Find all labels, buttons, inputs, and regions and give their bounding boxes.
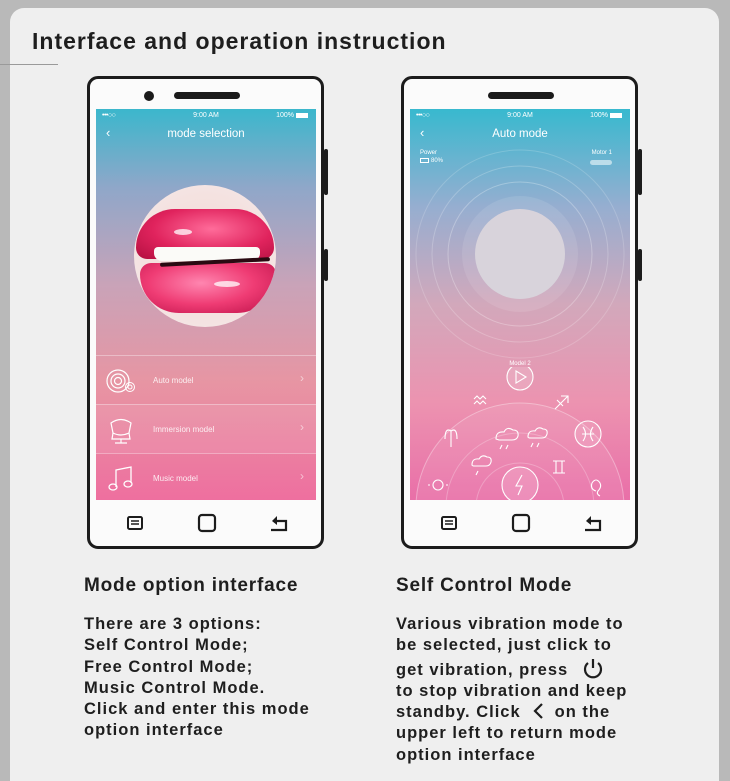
chevron-right-icon: ›: [300, 371, 304, 385]
earpiece-speaker: [174, 92, 240, 99]
body-text: standby. Click: [396, 703, 521, 722]
status-bar: •••○○ 9:00 AM 100%: [96, 109, 316, 123]
phone-screen: •••○○ 9:00 AM 100% ‹ mode selection Auto…: [96, 109, 316, 500]
mode-wheel: [415, 367, 625, 500]
battery-status: 100%: [590, 112, 622, 119]
chevron-right-icon: ›: [300, 420, 304, 434]
back-arrow-icon[interactable]: [268, 512, 290, 534]
home-icon[interactable]: [196, 512, 218, 534]
lips-image: [134, 185, 276, 327]
home-icon[interactable]: [510, 512, 532, 534]
battery-percent: 100%: [590, 112, 608, 119]
body-text: on the: [554, 703, 611, 722]
body-line: to stop vibration and keep: [396, 681, 628, 700]
body-line: option interface: [396, 745, 536, 764]
body-line: Various vibration mode to: [396, 615, 624, 633]
pisces-icon[interactable]: [574, 420, 602, 448]
power-icon: [584, 658, 603, 678]
side-button: [324, 149, 328, 195]
vibration-rings: [415, 149, 625, 359]
back-arrow-icon[interactable]: [582, 512, 604, 534]
mode-row-music[interactable]: Music model ›: [96, 453, 316, 500]
sagittarius-icon[interactable]: [554, 395, 569, 410]
phone-auto-mode: •••○○ 9:00 AM 100% ‹ Auto mode Power 80%…: [401, 76, 642, 549]
battery-icon: [610, 112, 622, 118]
title-divider: [0, 64, 58, 65]
vibration-button[interactable]: [475, 209, 565, 299]
front-camera: [144, 91, 154, 101]
concentric-circles-icon: [106, 369, 135, 393]
mode-label-music: Music model: [153, 474, 198, 483]
body-line: upper left to return mode: [396, 724, 618, 743]
mode-label-immersion: Immersion model: [153, 425, 215, 434]
lip-highlight: [174, 229, 192, 235]
left-column-title: Mode option interface: [84, 575, 299, 596]
body-line: get vibration, press: [396, 657, 627, 681]
menu-icon[interactable]: [124, 512, 146, 534]
right-column-body: Various vibration mode to be selected, j…: [396, 614, 627, 766]
aquarius-icon[interactable]: [473, 395, 487, 405]
screen-title: mode selection: [167, 128, 245, 140]
phone-screen: •••○○ 9:00 AM 100% ‹ Auto mode Power 80%…: [410, 109, 630, 500]
chevron-right-icon: ›: [300, 469, 304, 483]
battery-percent: 100%: [276, 112, 294, 119]
side-button: [638, 149, 642, 195]
mode-row-auto[interactable]: Auto model ›: [96, 355, 316, 404]
page-title: Interface and operation instruction: [32, 28, 447, 54]
status-bar: •••○○ 9:00 AM 100%: [410, 109, 630, 123]
back-chevron-icon: [533, 703, 543, 719]
earpiece-speaker: [488, 92, 554, 99]
body-line: standby. Click on the: [396, 702, 627, 723]
nav-bar: [404, 502, 635, 542]
left-column-body: There are 3 options: Self Control Mode; …: [84, 615, 310, 740]
mode-label-auto: Auto model: [153, 376, 194, 385]
menu-icon[interactable]: [438, 512, 460, 534]
screen-title: Auto mode: [492, 128, 548, 140]
side-button: [324, 249, 328, 281]
lightning-icon[interactable]: [501, 466, 539, 500]
chair-icon: [110, 418, 132, 444]
phone-mode-selection: •••○○ 9:00 AM 100% ‹ mode selection Auto…: [87, 76, 328, 549]
right-column-title: Self Control Mode: [396, 575, 573, 596]
body-text: get vibration, press: [396, 660, 569, 679]
body-line: be selected, just click to: [396, 636, 612, 655]
battery-status: 100%: [276, 112, 308, 119]
mode-row-immersion[interactable]: Immersion model ›: [96, 404, 316, 453]
nav-bar: [90, 502, 321, 542]
play-icon[interactable]: [506, 367, 534, 391]
battery-icon: [296, 112, 308, 118]
side-button: [638, 249, 642, 281]
lip-highlight: [214, 281, 240, 287]
music-note-icon: [108, 466, 133, 491]
lower-lip: [140, 263, 276, 313]
